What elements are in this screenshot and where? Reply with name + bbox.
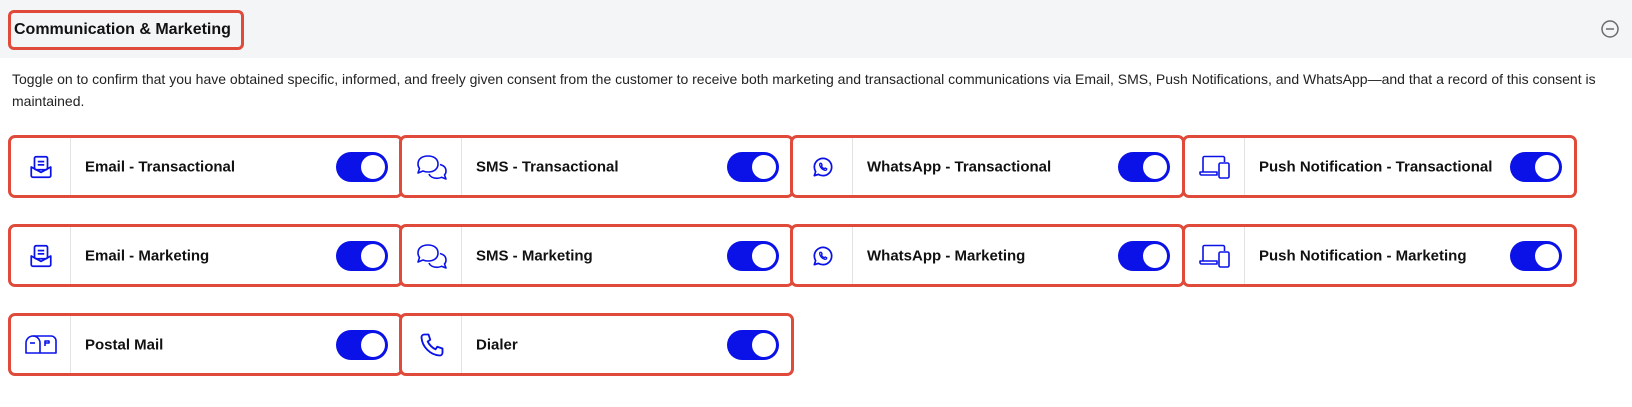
channel-card-sms-transactional: SMS - Transactional (399, 135, 794, 198)
channel-label: WhatsApp - Transactional (867, 158, 1052, 175)
channel-label: Push Notification - Marketing (1259, 247, 1467, 264)
whatsapp-icon (812, 245, 833, 266)
channel-label: Email - Marketing (85, 247, 210, 264)
collapse-button[interactable] (1599, 18, 1621, 40)
channel-label: SMS - Marketing (476, 247, 593, 264)
toggle-whatsapp-transactional[interactable] (1118, 151, 1170, 182)
mailbox-icon (24, 334, 57, 354)
toggle-email-marketing[interactable] (336, 240, 388, 271)
toggle-whatsapp-marketing[interactable] (1118, 240, 1170, 271)
devices-icon (1198, 244, 1230, 268)
section-title: Communication & Marketing (8, 10, 244, 50)
whatsapp-icon (812, 156, 833, 177)
section-header: Communication & Marketing (0, 0, 1632, 58)
channel-card-postal-mail: Postal Mail (8, 313, 403, 376)
toggle-sms-transactional[interactable] (727, 151, 779, 182)
channel-card-email-marketing: Email - Marketing (8, 224, 403, 287)
channel-label: WhatsApp - Marketing (867, 247, 1026, 264)
channel-card-sms-marketing: SMS - Marketing (399, 224, 794, 287)
channel-label: Email - Transactional (85, 158, 236, 175)
channel-card-whatsapp-transactional: WhatsApp - Transactional (790, 135, 1185, 198)
chat-bubbles-icon (416, 154, 447, 180)
channel-card-dialer: Dialer (399, 313, 794, 376)
toggle-dialer[interactable] (727, 329, 779, 360)
toggle-sms-marketing[interactable] (727, 240, 779, 271)
channel-card-push-marketing: Push Notification - Marketing (1182, 224, 1577, 287)
channel-card-push-transactional: Push Notification - Transactional (1182, 135, 1577, 198)
toggle-push-transactional[interactable] (1510, 151, 1562, 182)
channel-label: Push Notification - Transactional (1259, 158, 1493, 175)
channel-label: Dialer (476, 336, 518, 353)
channel-label: SMS - Transactional (476, 158, 619, 175)
consent-description: Toggle on to confirm that you have obtai… (12, 71, 1596, 109)
channel-card-email-transactional: Email - Transactional (8, 135, 403, 198)
phone-icon (420, 333, 443, 356)
devices-icon (1198, 155, 1230, 179)
email-inbox-icon (29, 155, 52, 178)
email-inbox-icon (29, 244, 52, 267)
channel-card-whatsapp-marketing: WhatsApp - Marketing (790, 224, 1185, 287)
chat-bubbles-icon (416, 243, 447, 269)
toggle-email-transactional[interactable] (336, 151, 388, 182)
minus-circle-icon (1601, 20, 1619, 38)
toggle-push-marketing[interactable] (1510, 240, 1562, 271)
toggle-postal-mail[interactable] (336, 329, 388, 360)
channel-label: Postal Mail (85, 336, 164, 353)
